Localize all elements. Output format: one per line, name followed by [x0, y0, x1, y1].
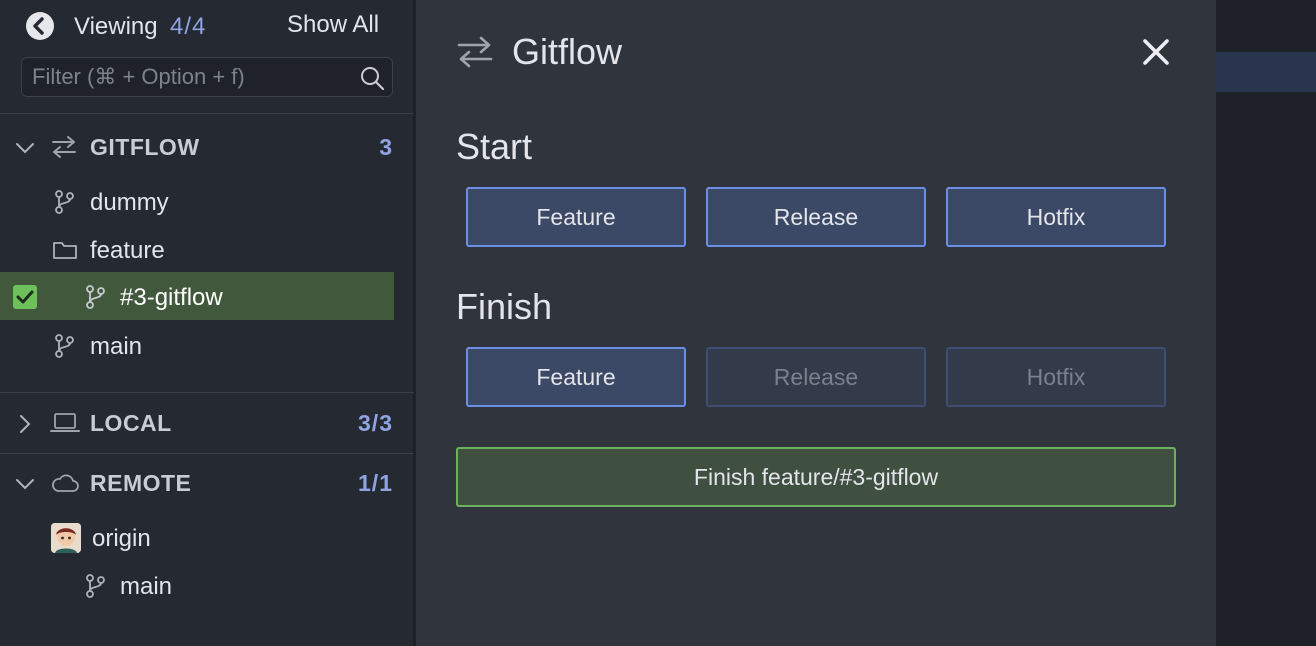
section-gitflow[interactable]: GITFLOW 3: [0, 122, 414, 172]
cloud-icon: [52, 474, 79, 492]
branch-label: main: [90, 333, 143, 360]
branch-icon: [55, 334, 74, 358]
sidebar-header: Viewing 4/4 Show All: [0, 0, 414, 56]
sidebar: Viewing 4/4 Show All GITFLOW 3 dummy: [0, 0, 414, 646]
branch-label: #3-gitflow: [120, 284, 223, 311]
finish-feature-button[interactable]: Feature: [466, 347, 686, 407]
divider: [0, 392, 414, 393]
viewing-count: 4/4: [170, 13, 207, 40]
start-hotfix-button[interactable]: Hotfix: [946, 187, 1166, 247]
show-all-button[interactable]: Show All: [287, 11, 379, 39]
back-arrow-icon: [33, 17, 44, 35]
section-title: LOCAL: [90, 410, 172, 436]
chevron-down-icon[interactable]: [14, 137, 36, 159]
filter-input[interactable]: [32, 63, 352, 91]
close-icon: [1143, 39, 1169, 65]
remote-branch-item-main[interactable]: main: [0, 561, 394, 609]
section-count: 3/3: [358, 410, 393, 436]
chevron-down-icon[interactable]: [14, 473, 36, 495]
remote-label: origin: [92, 525, 151, 552]
finish-branch-button[interactable]: Finish feature/#3-gitflow: [456, 447, 1176, 507]
section-title: GITFLOW: [90, 134, 200, 160]
branch-label: main: [120, 573, 173, 600]
folder-label: feature: [90, 237, 165, 264]
avatar: [51, 523, 81, 553]
checkbox-checked-icon[interactable]: [13, 285, 37, 309]
branch-item-main[interactable]: main: [0, 321, 394, 369]
section-remote[interactable]: REMOTE 1/1: [0, 458, 414, 508]
divider: [0, 453, 414, 454]
finish-hotfix-button[interactable]: Hotfix: [946, 347, 1166, 407]
start-feature-button[interactable]: Feature: [466, 187, 686, 247]
divider: [0, 113, 414, 114]
branch-icon: [86, 285, 105, 309]
branch-icon: [55, 190, 74, 214]
branch-item-dummy[interactable]: dummy: [0, 177, 394, 225]
folder-item-feature[interactable]: feature: [0, 225, 394, 273]
search-icon[interactable]: [359, 65, 385, 91]
remote-item-origin[interactable]: origin: [0, 513, 394, 561]
folder-icon: [53, 242, 77, 259]
start-release-button[interactable]: Release: [706, 187, 926, 247]
start-heading: Start: [456, 126, 533, 167]
background-highlight: [1216, 52, 1316, 92]
laptop-icon: [50, 413, 80, 432]
finish-heading: Finish: [456, 286, 553, 327]
branch-icon: [86, 574, 105, 598]
branch-label: dummy: [90, 189, 169, 216]
section-title: REMOTE: [90, 470, 192, 496]
back-button[interactable]: [26, 12, 54, 40]
close-button[interactable]: [1138, 34, 1174, 70]
chevron-right-icon[interactable]: [14, 413, 36, 435]
branch-item-3-gitflow[interactable]: #3-gitflow: [0, 272, 394, 320]
section-count: 3: [379, 134, 393, 160]
viewing-label: Viewing: [74, 13, 158, 40]
gitflow-arrows-icon: [52, 136, 76, 158]
section-local[interactable]: LOCAL 3/3: [0, 398, 414, 448]
filter-box: [21, 57, 393, 97]
finish-release-button[interactable]: Release: [706, 347, 926, 407]
section-count: 1/1: [358, 470, 393, 496]
gitflow-dialog: Gitflow Start Feature Release Hotfix Fin…: [416, 0, 1216, 646]
dialog-title: Gitflow: [512, 31, 623, 72]
gitflow-arrows-icon: [457, 36, 493, 68]
